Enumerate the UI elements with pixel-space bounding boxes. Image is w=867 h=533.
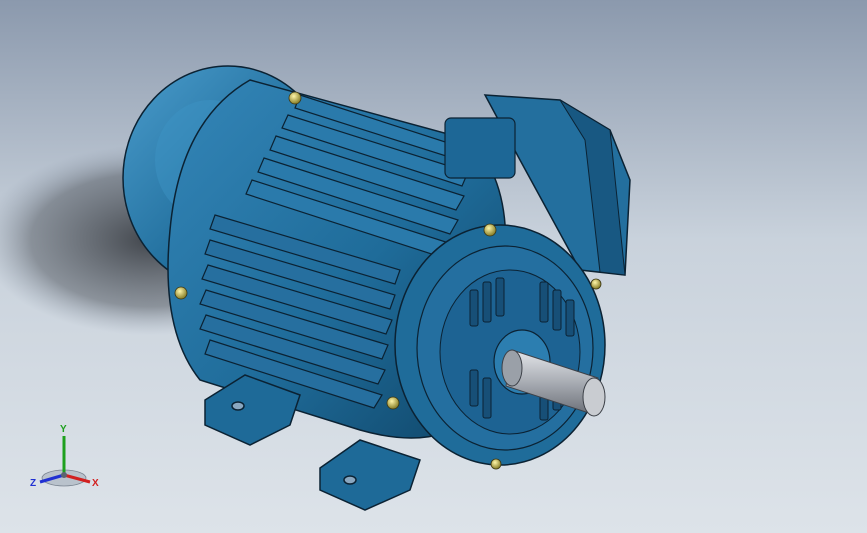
- electric-motor-model[interactable]: [0, 0, 867, 533]
- triad-origin: [61, 472, 67, 478]
- triad-z-label: Z: [30, 478, 36, 489]
- triad-y-label: Y: [60, 424, 67, 435]
- triad-x-label: X: [92, 478, 99, 489]
- cad-graphics-viewport[interactable]: Y X Z: [0, 0, 867, 533]
- orientation-triad[interactable]: Y X Z: [26, 420, 106, 500]
